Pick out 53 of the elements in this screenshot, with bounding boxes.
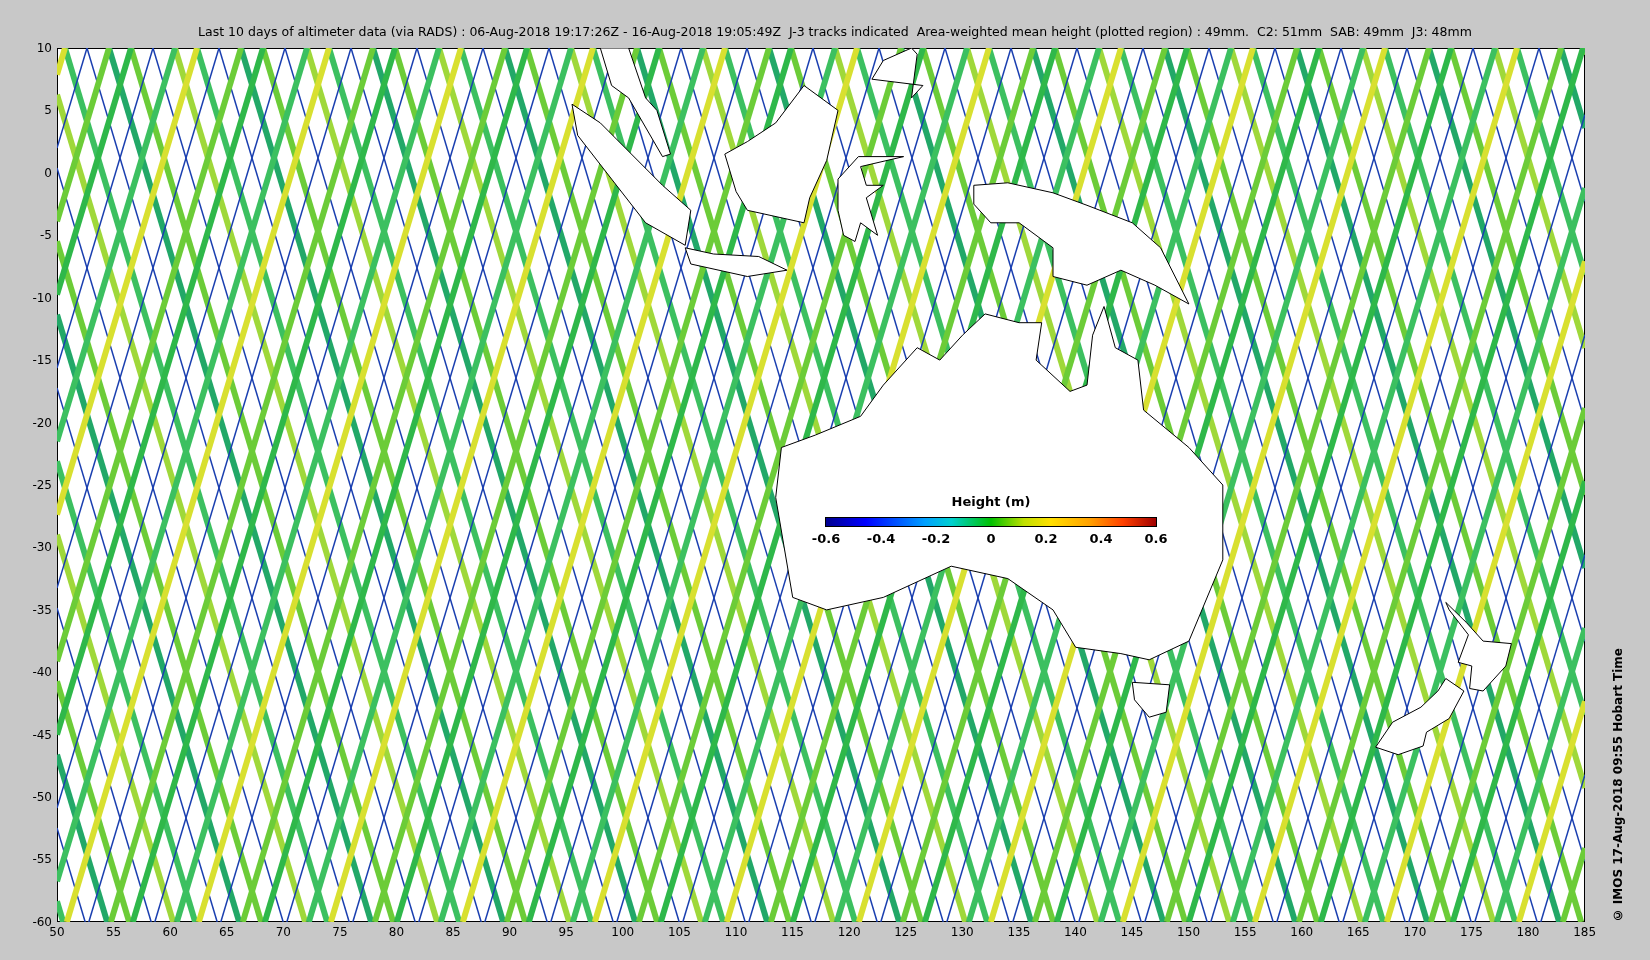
axis-label: 60 [161,925,179,939]
colorbar-tick-label: 0.4 [1088,531,1114,547]
axis-label: 155 [1232,925,1258,939]
axis-label: 10 [36,41,52,55]
axis-label: 70 [274,925,292,939]
axis-label: 120 [836,925,862,939]
axis-label: -55 [32,852,52,867]
axis-label: 80 [387,925,406,939]
axis-label: 125 [893,925,919,939]
axis-label: 170 [1402,925,1428,939]
axis-label: -25 [32,477,52,492]
axis-label: 90 [501,925,519,939]
axis-label: -40 [32,665,52,680]
axis-label: 130 [949,925,975,939]
axis-label: 65 [218,925,236,939]
axis-label: -50 [32,790,52,805]
axis-label: 75 [331,925,349,939]
axis-label: 95 [557,925,575,939]
credit-text: © IMOS 17-Aug-2018 09:55 Hobart Time [1610,647,1625,922]
axis-label: 0 [44,165,52,180]
axis-label: 100 [610,925,636,939]
chart-title: Last 10 days of altimeter data (via RADS) : 06-Aug-2018 19:17:26Z - 16-Aug-2018 19:05:49Z J-3 tracks indicated Area-weighted mean height (plotted region) : 49mm. C2: 51mm SAB: 49mm J3: 48mm [198,23,1472,41]
colorbar-tick-label: 0 [985,531,997,547]
colorbar-tick-label: 0.6 [1143,531,1169,547]
axis-label: 175 [1459,925,1484,939]
axis-label: 5 [44,103,52,118]
axis-label: 135 [1006,925,1032,939]
axis-label: -60 [32,914,52,929]
axis-label: 180 [1515,925,1541,939]
axis-label: 150 [1176,925,1201,939]
axis-label: -45 [32,727,52,742]
axis-label: 85 [444,925,462,939]
axis-label: 55 [104,925,123,939]
colorbar-tick-label: 0.2 [1033,531,1059,547]
axis-label: -5 [40,228,52,243]
axis-label: 160 [1289,925,1315,939]
colorbar-tick-label: -0.6 [811,531,841,547]
axis-label: 110 [723,925,749,939]
colorbar-title: Height (m) [951,493,1031,511]
colorbar-tick-label: -0.2 [921,531,951,547]
axis-label: -30 [32,540,52,555]
axis-label: 115 [780,925,805,939]
axis-label: 165 [1345,925,1371,939]
axis-label: 140 [1062,925,1088,939]
axis-label: -20 [32,415,52,430]
colorbar-tick-label: -0.4 [866,531,896,547]
axis-label: 145 [1119,925,1145,939]
axis-label: -10 [32,290,52,305]
axis-label: -15 [32,353,52,368]
axis-label: 185 [1572,925,1598,939]
axis-label: 105 [666,925,692,939]
axis-label: -35 [32,602,52,617]
axis-label: 50 [49,925,66,939]
